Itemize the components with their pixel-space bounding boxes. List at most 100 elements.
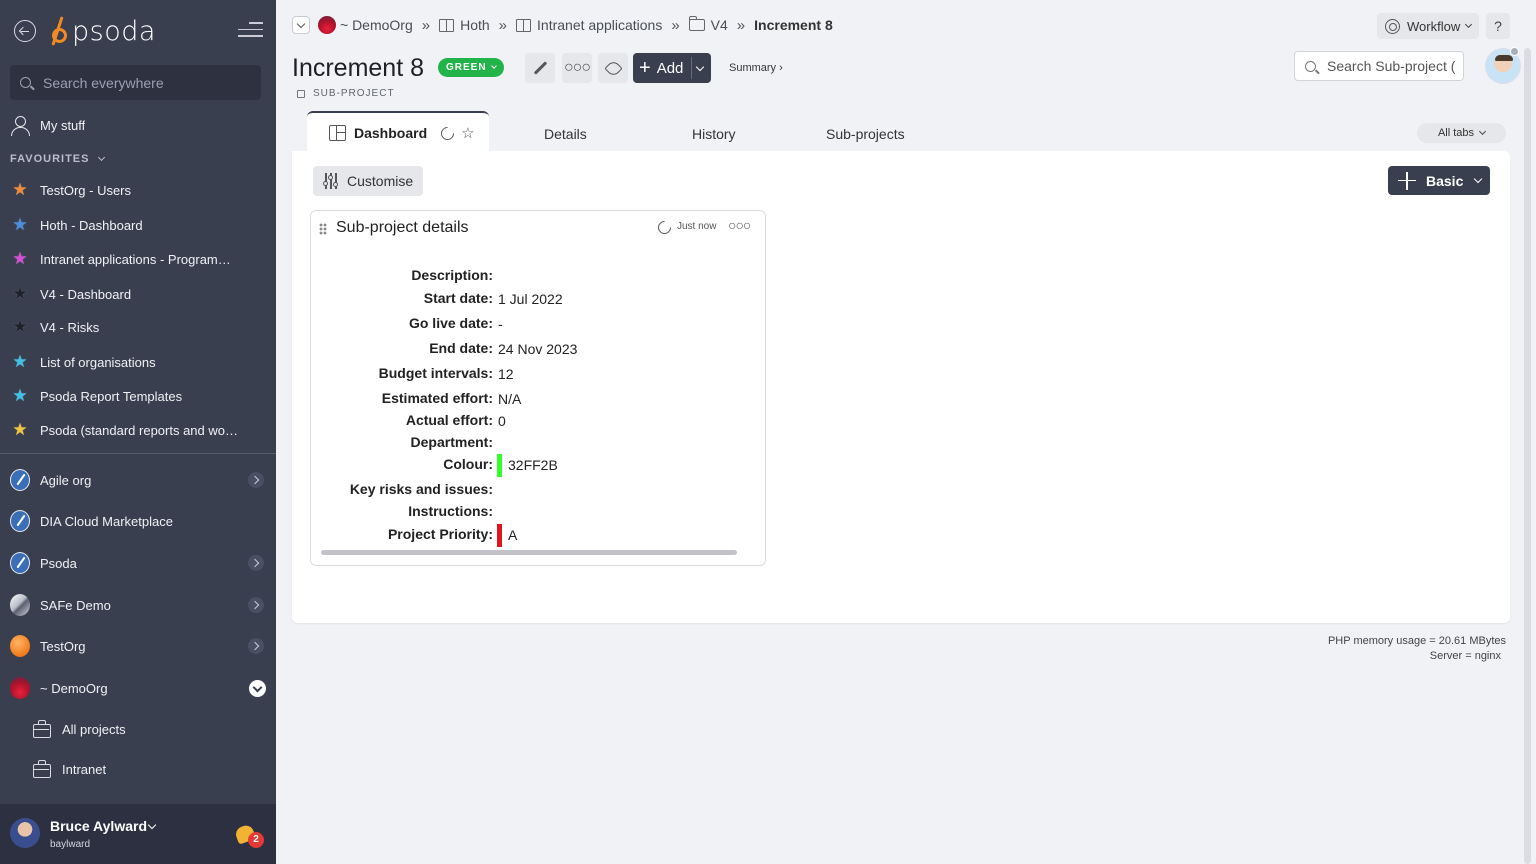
plus-icon: +: [639, 57, 651, 79]
tab-details[interactable]: Details: [544, 126, 587, 142]
field-label: Start date:: [423, 290, 493, 306]
breadcrumb-item-org[interactable]: ~ DemoOrg: [318, 16, 413, 34]
layout-label: Basic: [1426, 172, 1464, 189]
sidebar-org-psoda[interactable]: Psoda: [0, 548, 276, 578]
sub-project-search-input[interactable]: [1327, 58, 1455, 74]
tab-history[interactable]: History: [692, 126, 736, 142]
field-value: A: [508, 527, 518, 543]
org-label: ~ DemoOrg: [40, 680, 108, 696]
presence-status-icon: [1510, 47, 1519, 56]
sidebar-item-my-stuff[interactable]: My stuff: [0, 110, 276, 140]
chevron-right-icon[interactable]: [248, 638, 264, 654]
breadcrumb: ~ DemoOrg » Hoth » Intranet applications…: [292, 14, 833, 36]
status-badge[interactable]: GREEN: [438, 58, 504, 77]
folder-icon: [688, 16, 705, 31]
page-title: Increment 8: [292, 54, 425, 82]
field-label: Actual effort:: [405, 412, 493, 428]
refresh-icon[interactable]: [655, 218, 674, 237]
breadcrumb-dropdown-button[interactable]: [292, 16, 310, 34]
sidebar-divider: [0, 453, 276, 454]
sidebar: psoda My stuff FAVOURITES ★ TestOrg - Use…: [0, 0, 276, 864]
chevron-right-icon[interactable]: [248, 597, 264, 613]
field-label: Estimated effort:: [381, 390, 493, 406]
dashboard-icon: [329, 125, 346, 141]
breadcrumb-item-v4[interactable]: V4: [688, 16, 728, 33]
chevron-right-icon[interactable]: [248, 555, 264, 571]
chevron-down-icon: [1478, 127, 1487, 136]
sidebar-favourite-item[interactable]: ★ Hoth - Dashboard: [0, 210, 276, 240]
star-icon: ★: [12, 317, 28, 336]
sidebar-favourite-item[interactable]: ★ List of organisations: [0, 347, 276, 377]
collapse-menu-icon[interactable]: [238, 22, 263, 40]
sidebar-favourite-item[interactable]: ★ TestOrg - Users: [0, 175, 276, 205]
breadcrumb-item-hoth[interactable]: Hoth: [439, 17, 490, 33]
refresh-icon[interactable]: [438, 123, 457, 143]
tab-dashboard[interactable]: Dashboard ☆: [307, 111, 489, 153]
org-label: TestOrg: [40, 638, 86, 654]
favourites-heading-label: FAVOURITES: [10, 153, 90, 165]
global-search[interactable]: [10, 65, 261, 100]
sliders-icon: [322, 173, 339, 189]
sidebar-favourite-item[interactable]: ★ Intranet applications - Programme Dashb…: [0, 244, 276, 274]
psoda-logo[interactable]: psoda: [50, 14, 156, 48]
sidebar-org-testorg[interactable]: TestOrg: [0, 631, 276, 661]
sidebar-favourite-item[interactable]: ★ Psoda Report Templates: [0, 381, 276, 411]
org-label: DIA Cloud Marketplace: [40, 513, 173, 529]
org-label: Psoda: [40, 555, 77, 571]
chevron-down-icon[interactable]: [696, 62, 705, 71]
item-type: SUB-PROJECT: [297, 88, 395, 99]
field-label: Instructions:: [408, 503, 493, 519]
chevron-down-icon: [97, 153, 105, 162]
sidebar-org-dia[interactable]: DIA Cloud Marketplace: [0, 506, 276, 536]
workflow-icon: [1385, 18, 1400, 34]
field-value: 24 Nov 2023: [498, 341, 578, 357]
drag-handle-icon[interactable]: [319, 223, 327, 235]
breadcrumb-label: Intranet applications: [537, 17, 663, 33]
all-tabs-label: All tabs: [1437, 127, 1475, 139]
tab-label: Dashboard: [354, 125, 428, 141]
sidebar-favourite-item[interactable]: ★ Psoda (standard reports and workflows): [0, 415, 276, 445]
sidebar-item-intranet[interactable]: Intranet: [0, 754, 276, 784]
summary-link[interactable]: Summary ›: [729, 62, 783, 74]
layout-basic-button[interactable]: Basic: [1388, 166, 1490, 195]
page-scrollbar[interactable]: [1524, 48, 1531, 864]
all-tabs-button[interactable]: All tabs: [1417, 123, 1506, 143]
add-button[interactable]: + Add: [633, 53, 711, 83]
edit-button[interactable]: [525, 53, 555, 83]
user-name: Bruce Aylward: [50, 818, 147, 834]
global-search-input[interactable]: [43, 74, 243, 91]
tab-sub-projects[interactable]: Sub-projects: [826, 126, 905, 142]
breadcrumb-item-intranet-applications[interactable]: Intranet applications: [516, 17, 662, 33]
sub-project-search[interactable]: [1294, 51, 1464, 81]
breadcrumb-label: Hoth: [460, 17, 490, 33]
sidebar-favourite-item[interactable]: ★ V4 - Risks: [0, 312, 276, 342]
star-outline-icon[interactable]: ☆: [461, 124, 474, 142]
chevron-down-icon[interactable]: [249, 679, 266, 697]
sidebar-favourite-item[interactable]: ★ V4 - Dashboard: [0, 279, 276, 309]
briefcase-icon: [33, 719, 51, 738]
sidebar-org-agile[interactable]: Agile org: [0, 465, 276, 495]
star-icon: ★: [12, 249, 28, 268]
field-value: 32FF2B: [508, 457, 558, 473]
star-icon: ★: [12, 284, 28, 303]
horizontal-scrollbar[interactable]: [321, 550, 737, 555]
sidebar-item-all-projects[interactable]: All projects: [0, 714, 276, 744]
widget-menu-icon[interactable]: ○○○: [728, 217, 751, 233]
help-button[interactable]: ?: [1486, 13, 1510, 39]
favourites-heading[interactable]: FAVOURITES: [10, 153, 105, 165]
more-actions-button[interactable]: ○○○: [562, 53, 592, 83]
sub-project-icon: [297, 89, 305, 98]
user-username: baylward: [50, 839, 91, 850]
back-icon[interactable]: [14, 20, 36, 42]
search-icon: [1305, 60, 1316, 72]
sidebar-org-demoorg[interactable]: ~ DemoOrg: [0, 673, 276, 703]
user-menu[interactable]: Bruce Aylward baylward: [0, 804, 276, 864]
customise-button[interactable]: Customise: [313, 166, 423, 196]
tag-button[interactable]: [598, 53, 628, 83]
chevron-right-icon[interactable]: [248, 472, 264, 488]
breadcrumb-separator: »: [498, 16, 508, 34]
workflow-button[interactable]: Workflow: [1377, 13, 1479, 39]
sidebar-item-label: Intranet: [62, 761, 107, 777]
sidebar-org-safe[interactable]: SAFe Demo: [0, 590, 276, 620]
breadcrumb-label: V4: [710, 17, 728, 33]
